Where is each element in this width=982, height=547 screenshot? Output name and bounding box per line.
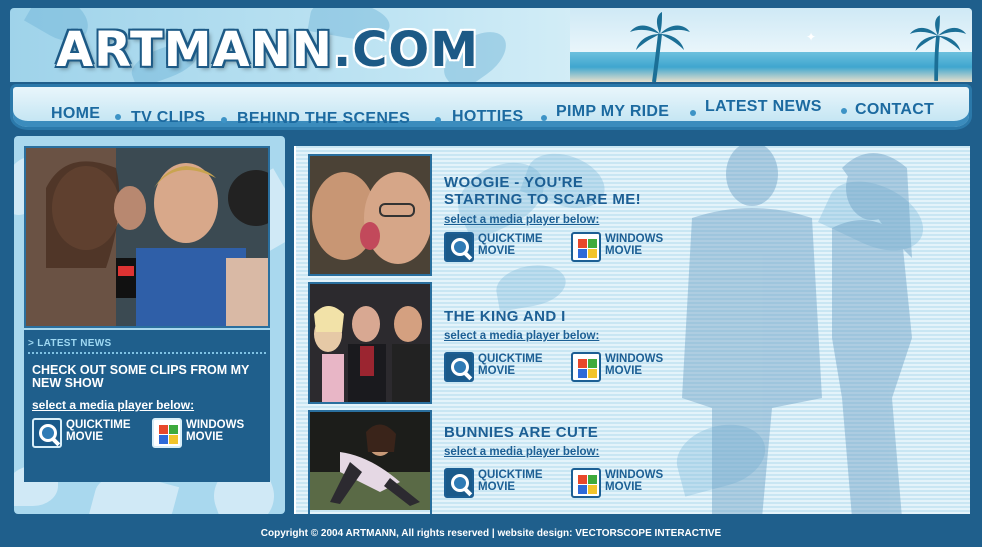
nav-separator <box>541 115 547 121</box>
nav-hotties[interactable]: HOTTIES <box>452 108 523 126</box>
footer: Copyright © 2004 ARTMANN, All rights res… <box>0 528 982 539</box>
latest-news-text: CHECK OUT SOME CLIPS FROM MY NEW SHOW <box>32 363 250 390</box>
player-label: QUICKTIME MOVIE <box>66 419 131 443</box>
player-label: QUICKTIME MOVIE <box>478 469 543 493</box>
nav-pimp-my-ride[interactable]: PIMP MY RIDE <box>556 103 669 121</box>
player-label: WINDOWS MOVIE <box>605 233 664 257</box>
latest-news-box: > LATEST NEWS CHECK OUT SOME CLIPS FROM … <box>24 330 270 482</box>
quicktime-movie-link[interactable]: QUICKTIME MOVIE <box>32 418 142 448</box>
clip-title[interactable]: THE KING AND I <box>444 308 566 325</box>
nav-home[interactable]: HOME <box>51 105 100 123</box>
nav-separator <box>221 117 227 123</box>
site-logo[interactable]: ARTMANN.COM <box>56 22 479 78</box>
featured-photo-image <box>26 148 268 326</box>
background-photo-couple <box>682 146 912 514</box>
windows-movie-link[interactable]: WINDOWS MOVIE <box>152 418 262 448</box>
nav-contact[interactable]: CONTACT <box>855 101 934 119</box>
clip-thumbnail-image <box>310 156 430 274</box>
latest-news-header[interactable]: > LATEST NEWS <box>28 338 111 349</box>
windows-media-icon <box>571 468 601 498</box>
windows-media-icon <box>152 418 182 448</box>
clip-title[interactable]: BUNNIES ARE CUTE <box>444 424 598 441</box>
quicktime-icon <box>444 352 474 382</box>
logo-domain-text: .COM <box>332 22 479 78</box>
windows-movie-link[interactable]: WINDOWS MOVIE <box>571 232 681 262</box>
nav-separator <box>435 117 441 123</box>
player-label: WINDOWS MOVIE <box>605 469 664 493</box>
select-player-label: select a media player below: <box>444 330 600 342</box>
player-label: WINDOWS MOVIE <box>186 419 245 443</box>
clip-thumbnail[interactable] <box>308 410 432 514</box>
copyright-text: Copyright © 2004 ARTMANN, All rights res… <box>260 528 576 539</box>
select-player-label: select a media player below: <box>444 214 600 226</box>
nav-separator <box>115 114 121 120</box>
player-label: WINDOWS MOVIE <box>605 353 664 377</box>
clip-thumbnail[interactable] <box>308 154 432 276</box>
nav-tv-clips[interactable]: TV CLIPS <box>131 109 205 127</box>
divider <box>28 352 266 354</box>
bird-icon: ✦ <box>806 30 817 44</box>
windows-movie-link[interactable]: WINDOWS MOVIE <box>571 468 681 498</box>
clip-thumbnail-image <box>310 284 430 402</box>
nav-separator <box>841 108 847 114</box>
quicktime-movie-link[interactable]: QUICKTIME MOVIE <box>444 352 554 382</box>
palm-tree-icon <box>909 15 967 81</box>
clip-thumbnail[interactable] <box>308 282 432 404</box>
windows-media-icon <box>571 352 601 382</box>
quicktime-movie-link[interactable]: QUICKTIME MOVIE <box>444 232 554 262</box>
player-label: QUICKTIME MOVIE <box>478 353 543 377</box>
quicktime-movie-link[interactable]: QUICKTIME MOVIE <box>444 468 554 498</box>
select-player-label: select a media player below: <box>444 446 600 458</box>
designer-link[interactable]: VECTORSCOPE INTERACTIVE <box>575 528 721 539</box>
site-header: ✦ ARTMANN.COM <box>10 8 972 82</box>
nav-behind-the-scenes[interactable]: BEHIND THE SCENES <box>237 110 410 128</box>
windows-media-icon <box>571 232 601 262</box>
clip-thumbnail-image <box>310 412 430 510</box>
featured-photo[interactable] <box>24 146 270 328</box>
quicktime-icon <box>32 418 62 448</box>
logo-main-text: ARTMANN <box>56 22 333 78</box>
quicktime-icon <box>444 468 474 498</box>
clips-panel: WOOGIE - YOU'RE STARTING TO SCARE ME! sel… <box>294 146 970 514</box>
palm-tree-icon <box>630 12 690 82</box>
clip-title[interactable]: WOOGIE - YOU'RE STARTING TO SCARE ME! <box>444 174 641 208</box>
main-navigation: HOME TV CLIPS BEHIND THE SCENES HOTTIES … <box>10 84 972 130</box>
quicktime-icon <box>444 232 474 262</box>
select-player-label: select a media player below: <box>32 398 195 412</box>
nav-separator <box>690 110 696 116</box>
windows-movie-link[interactable]: WINDOWS MOVIE <box>571 352 681 382</box>
player-label: QUICKTIME MOVIE <box>478 233 543 257</box>
nav-latest-news[interactable]: LATEST NEWS <box>705 98 822 116</box>
